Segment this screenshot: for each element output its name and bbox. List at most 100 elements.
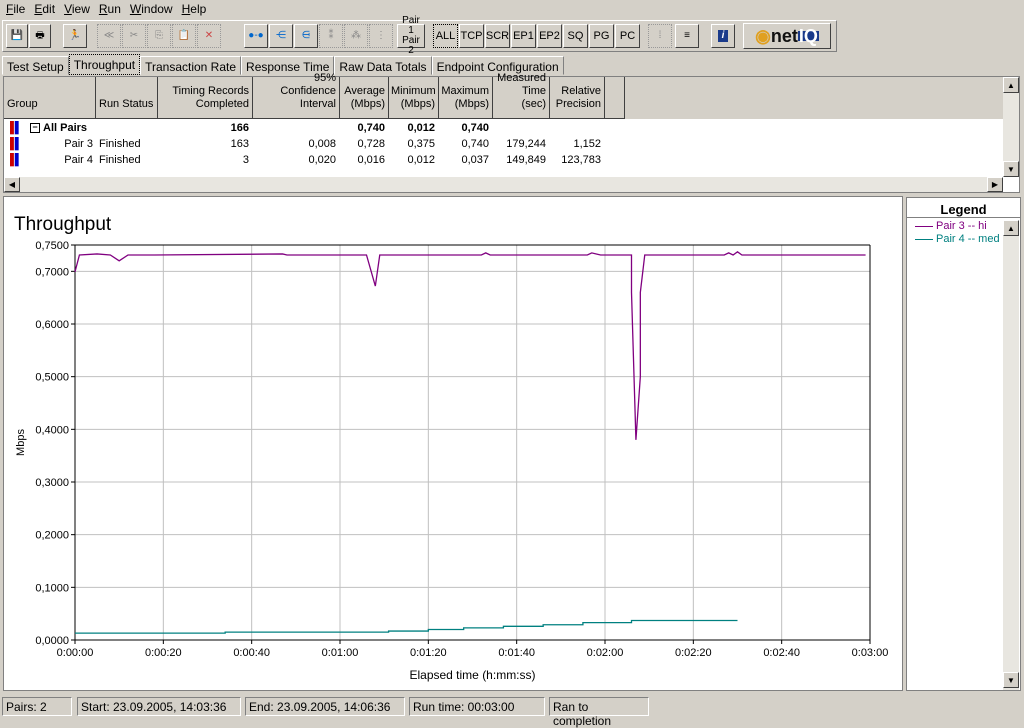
x-tick-label: 0:00:20 [145, 647, 182, 659]
menu-help[interactable]: Help [178, 0, 212, 18]
menu-run[interactable]: Run [95, 0, 126, 18]
results-table: Group Run Status Timing Records Completed 9… [3, 72, 1020, 193]
filter-pc-button[interactable]: PC [615, 24, 640, 48]
status-start: Start: 23.09.2005, 14:03:36 [77, 697, 241, 716]
menu-view[interactable]: View [60, 0, 95, 18]
filter-ep2-button[interactable]: EP2 [537, 24, 562, 48]
add-multicast-icon[interactable]: ⋲ [269, 24, 293, 48]
pair-toggle-button[interactable]: Pair 1 Pair 2 [397, 16, 425, 56]
column-header[interactable]: Minimum (Mbps) [389, 77, 439, 119]
tab-transaction-rate[interactable]: Transaction Rate [140, 56, 242, 75]
column-header-label: Group [7, 98, 38, 110]
x-tick-label: 0:00:40 [233, 647, 270, 659]
column-header[interactable]: Measured Time (sec) [493, 72, 550, 119]
cell-precision: 123,783 [561, 154, 601, 166]
column-header[interactable]: Relative Precision [550, 77, 605, 119]
print-icon[interactable]: 🖶 [29, 24, 51, 48]
y-tick-label: 0,3000 [35, 477, 69, 489]
tab-throughput[interactable]: Throughput [68, 54, 141, 75]
filter-pg-button[interactable]: PG [589, 24, 614, 48]
column-header-label: Measured Time (sec) [497, 72, 546, 110]
column-header[interactable]: Timing Records Completed [158, 77, 253, 119]
legend-scrollbar[interactable]: ▲ ▼ [1003, 220, 1019, 690]
column-header[interactable]: Run Status [96, 77, 158, 119]
cell-time: 179,244 [506, 138, 546, 150]
cut-icon: ✂ [122, 24, 146, 48]
cell-status: Finished [99, 154, 141, 166]
tab-test-setup[interactable]: Test Setup [2, 56, 69, 75]
column-header-label: Run Status [99, 98, 154, 110]
info-icon[interactable]: i [711, 24, 735, 48]
scroll-right-icon[interactable]: ▶ [987, 177, 1003, 192]
menu-window[interactable]: Window [126, 0, 178, 18]
scroll-down-icon[interactable]: ▼ [1003, 161, 1019, 177]
save-icon[interactable]: 💾 [6, 24, 28, 48]
run-icon[interactable]: 🏃 [63, 24, 87, 48]
x-tick-label: 0:01:00 [322, 647, 359, 659]
column-header-label: 95% Confidence Interval [280, 72, 336, 110]
status-pairs: Pairs: 2 [2, 697, 72, 716]
column-header-label: Timing Records Completed [172, 85, 249, 110]
table-row[interactable]: ▌▌ Pair 3 Finished 163 0,008 0,728 0,375 0,740 1… [4, 137, 1004, 153]
copy-icon: ⎘ [147, 24, 171, 48]
cell-min: 0,375 [407, 138, 435, 150]
x-tick-label: 0:00:00 [57, 647, 94, 659]
cell-group: Pair 4 [64, 154, 93, 166]
list-icon[interactable]: ≡ [675, 24, 699, 48]
collapse-icon[interactable]: − [30, 123, 40, 133]
filter-scr-button[interactable]: SCR [485, 24, 510, 48]
netiq-logo[interactable]: ◉ net IQ [743, 23, 831, 49]
pair-label: Pair 1 [402, 15, 420, 36]
filter-all-button[interactable]: ALL [433, 24, 458, 48]
cell-records: 3 [242, 154, 249, 166]
scroll-up-icon[interactable]: ▲ [1003, 77, 1019, 93]
y-axis-label: Mbps [15, 429, 27, 456]
cell-max: 0,740 [461, 138, 489, 150]
vertical-scrollbar[interactable]: ▲ ▼ [1003, 77, 1019, 177]
legend-swatch [915, 238, 933, 240]
legend-label: Pair 4 -- med [936, 233, 1000, 245]
rewind-icon: ≪ [97, 24, 121, 48]
cell-records: 166 [230, 122, 249, 134]
scroll-left-icon[interactable]: ◀ [4, 177, 20, 192]
scroll-up-icon[interactable]: ▲ [1003, 220, 1019, 236]
legend-title: Legend [907, 198, 1020, 218]
x-tick-label: 0:01:40 [498, 647, 535, 659]
menu-file[interactable]: File [2, 0, 30, 18]
cell-status: Finished [99, 138, 141, 150]
throughput-chart: Throughput 0:00:00 0:00:20 0:00:40 0:01:00 0:… [3, 196, 903, 691]
y-tick-label: 0,5000 [35, 372, 69, 384]
edit-pair-icon: ⁑ [319, 24, 343, 48]
cell-avg: 0,728 [357, 138, 385, 150]
x-tick-label: 0:01:20 [410, 647, 447, 659]
table-row[interactable]: ▌▌ Pair 4 Finished 3 0,020 0,016 0,012 0,037 149… [4, 153, 1004, 169]
cell-precision: 1,152 [573, 138, 601, 150]
menu-edit[interactable]: Edit [30, 0, 60, 18]
tab-raw-data-totals[interactable]: Raw Data Totals [334, 56, 432, 75]
column-header[interactable]: 95% Confidence Interval [253, 72, 340, 119]
filter-ep1-button[interactable]: EP1 [511, 24, 536, 48]
bar-chart-icon: ▌▌ [10, 154, 23, 166]
logo-iq: IQ [797, 26, 819, 46]
logo-text: net [770, 26, 798, 46]
y-tick-label: 0,6000 [35, 319, 69, 331]
column-header[interactable]: Maximum (Mbps) [439, 77, 493, 119]
y-tick-label: 0,7500 [35, 240, 69, 252]
cell-min: 0,012 [407, 154, 435, 166]
column-header-label: Relative Precision [555, 85, 601, 110]
add-group-icon[interactable]: ⋳ [294, 24, 318, 48]
cell-max: 0,037 [461, 154, 489, 166]
column-header[interactable] [605, 77, 625, 119]
horizontal-scrollbar[interactable]: ◀ ▶ [4, 177, 1003, 192]
column-header[interactable]: Group [4, 77, 96, 119]
column-header[interactable]: Average (Mbps) [340, 77, 389, 119]
cell-records: 163 [230, 138, 249, 150]
filter-sq-button[interactable]: SQ [563, 24, 588, 48]
table-row[interactable]: ▌▌ − All Pairs 166 0,740 0,012 0,740 [4, 121, 1004, 137]
x-tick-label: 0:02:20 [675, 647, 712, 659]
scroll-down-icon[interactable]: ▼ [1003, 672, 1019, 688]
add-pair-icon[interactable]: ●-● [244, 24, 268, 48]
series-line-1 [74, 251, 866, 440]
chart-svg: Throughput 0:00:00 0:00:20 0:00:40 0:01:00 0:… [14, 214, 888, 682]
filter-tcp-button[interactable]: TCP [459, 24, 484, 48]
